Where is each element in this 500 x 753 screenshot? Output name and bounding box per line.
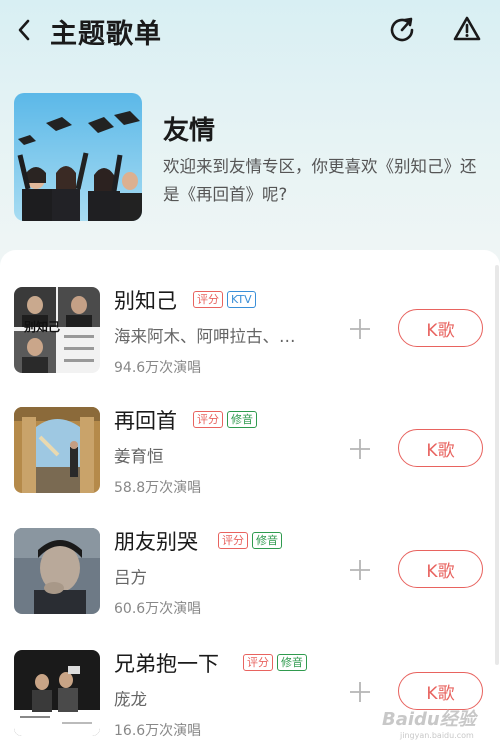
song-play-count: 60.6万次演唱 xyxy=(114,601,202,617)
topic-cover-image xyxy=(14,93,142,221)
ktv-tag: KTV xyxy=(227,291,256,308)
song-row[interactable]: 朋友别哭 评分 修音 吕方 60.6万次演唱 K歌 xyxy=(0,528,500,628)
song-artist: 吕方 xyxy=(114,568,147,587)
share-icon xyxy=(390,17,414,42)
song-play-count: 94.6万次演唱 xyxy=(114,360,202,376)
share-button[interactable] xyxy=(386,13,418,45)
topic-description: 欢迎来到友情专区，你更喜欢《别知己》还是《再回首》呢? xyxy=(163,157,477,204)
add-song-button[interactable] xyxy=(346,315,374,343)
report-warning-icon xyxy=(453,16,481,41)
tuning-tag: 修音 xyxy=(277,654,307,671)
add-song-button[interactable] xyxy=(346,435,374,463)
watermark-url: jingyan.baidu.com xyxy=(400,731,474,740)
song-tags: 评分 KTV xyxy=(193,291,256,308)
tuning-tag: 修音 xyxy=(227,411,257,428)
add-plus-icon xyxy=(350,560,370,580)
song-tags: 评分 修音 xyxy=(193,411,257,428)
song-title: 兄弟抱一下 xyxy=(114,652,219,676)
tuning-tag: 修音 xyxy=(252,532,282,549)
report-button[interactable] xyxy=(451,13,483,45)
song-cover-image: 别知己 xyxy=(14,287,100,373)
page-title: 主题歌单 xyxy=(50,19,162,50)
song-cover-image xyxy=(14,528,100,614)
karaoke-button[interactable]: K歌 xyxy=(398,309,483,347)
song-row[interactable]: 别知己 别知己 评分 KTV 海来阿木、阿呷拉古、… 94.6万次演唱 K歌 xyxy=(0,287,500,387)
score-tag: 评分 xyxy=(243,654,273,671)
karaoke-button[interactable]: K歌 xyxy=(398,429,483,467)
song-play-count: 58.8万次演唱 xyxy=(114,480,202,496)
song-tags: 评分 修音 xyxy=(218,532,282,549)
add-plus-icon xyxy=(350,319,370,339)
song-play-count: 16.6万次演唱 xyxy=(114,723,202,739)
add-song-button[interactable] xyxy=(346,556,374,584)
song-cover-image xyxy=(14,650,100,736)
score-tag: 评分 xyxy=(193,291,223,308)
add-plus-icon xyxy=(350,682,370,702)
top-bar: 主题歌单 xyxy=(0,0,500,60)
song-row[interactable]: 再回首 评分 修音 姜育恒 58.8万次演唱 K歌 xyxy=(0,407,500,507)
song-tags: 评分 修音 xyxy=(243,654,307,671)
watermark: Baidu经验 jingyan.baidu.com xyxy=(382,697,492,747)
add-plus-icon xyxy=(350,439,370,459)
score-tag: 评分 xyxy=(193,411,223,428)
song-artist: 姜育恒 xyxy=(114,447,164,466)
song-artist: 庞龙 xyxy=(114,690,147,709)
score-tag: 评分 xyxy=(218,532,248,549)
back-arrow-icon xyxy=(18,19,30,41)
karaoke-button[interactable]: K歌 xyxy=(398,550,483,588)
song-title: 再回首 xyxy=(114,409,177,433)
song-cover-text: 别知己 xyxy=(23,319,60,334)
song-cover-image xyxy=(14,407,100,493)
topic-title: 友情 xyxy=(163,116,216,146)
song-title: 朋友别哭 xyxy=(114,530,198,554)
add-song-button[interactable] xyxy=(346,678,374,706)
song-artist: 海来阿木、阿呷拉古、… xyxy=(114,327,296,346)
back-button[interactable] xyxy=(10,14,38,46)
song-title: 别知己 xyxy=(114,289,177,313)
watermark-brand: Baidu经验 xyxy=(382,709,476,730)
